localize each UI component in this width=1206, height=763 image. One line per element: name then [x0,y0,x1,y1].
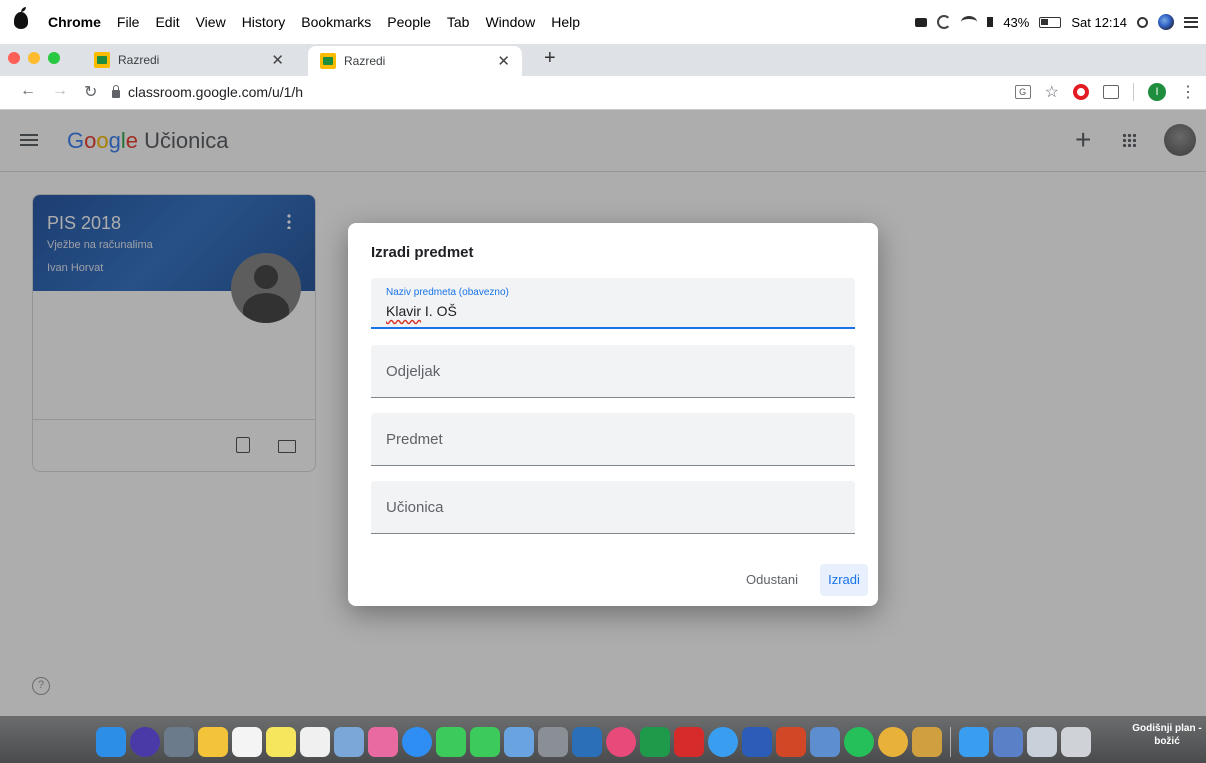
back-icon[interactable]: ← [20,82,36,100]
section-field[interactable]: Odjeljak [371,345,855,398]
trash-dock-icon[interactable] [1061,726,1091,757]
system-preferences-dock-icon[interactable] [538,726,568,757]
address-bar[interactable]: classroom.google.com/u/1/h [112,80,1012,104]
menu-view[interactable]: View [196,14,226,30]
powerpoint-dock-icon[interactable] [776,726,806,757]
menu-history[interactable]: History [242,14,286,30]
toolbar-divider [1133,83,1134,101]
menu-file[interactable]: File [117,14,140,30]
class-name-input[interactable]: Klavir I. OŠ [386,303,836,319]
clock[interactable]: Sat 12:14 [1071,15,1127,30]
room-placeholder: Učionica [386,499,444,516]
battery-percent: 43% [1003,14,1030,30]
battery-icon[interactable] [1039,16,1062,28]
keychain-dock-icon[interactable] [912,726,942,757]
tab-close-icon[interactable]: ✕ [497,52,510,70]
bookmark-star-icon[interactable]: ☆ [1045,82,1059,102]
tab-razredi-1[interactable]: Razredi ✕ [82,44,296,76]
chrome-dock-icon[interactable] [878,726,908,757]
tab-title: Razredi [118,53,160,67]
notes-dock-icon[interactable] [198,726,228,757]
menu-bookmarks[interactable]: Bookmarks [301,14,371,30]
menu-window[interactable]: Window [485,14,535,30]
forward-icon[interactable]: → [52,82,68,100]
status-area: 43% Sat 12:14 [915,0,1198,44]
photos-sticker-dock-icon[interactable] [334,726,364,757]
spotlight-search-icon[interactable] [1137,16,1148,28]
dialog-title: Izradi predmet [371,244,474,261]
create-class-dialog: Izradi predmet Naziv predmeta (obavezno)… [348,223,878,606]
menu-app-chrome[interactable]: Chrome [48,14,101,30]
tab-title: Razredi [344,54,386,68]
url-text[interactable]: classroom.google.com/u/1/h [128,84,303,100]
word-dock-icon[interactable] [742,726,772,757]
finder-dock-icon[interactable] [96,726,126,757]
camera-icon[interactable] [915,17,928,27]
itunes-dock-icon[interactable] [606,726,636,757]
acrobat-dock-icon[interactable] [674,726,704,757]
preview-dock-icon[interactable] [504,726,534,757]
macos-menu-bar: Chrome File Edit View History Bookmarks … [0,0,1206,44]
subject-placeholder: Predmet [386,431,443,448]
menu-tab[interactable]: Tab [447,14,470,30]
profile-avatar-icon[interactable]: I [1148,83,1166,101]
room-field[interactable]: Učionica [371,481,855,534]
menu-people[interactable]: People [387,14,431,30]
minimize-window-icon[interactable] [28,52,40,64]
create-button[interactable]: Izradi [820,564,868,596]
stickies-dock-icon[interactable] [266,726,296,757]
siri-dock-icon[interactable] [130,726,160,757]
photos-dock-icon[interactable] [368,726,398,757]
launchpad-dock-icon[interactable] [164,726,194,757]
classroom-favicon-icon [320,53,336,69]
dock-separator [950,726,951,757]
whatsapp-dock-icon[interactable] [844,726,874,757]
notification-center-icon[interactable] [1184,16,1198,28]
fullscreen-window-icon[interactable] [48,52,60,64]
class-name-label: Naziv predmeta (obavezno) [386,287,509,298]
tab-razredi-2[interactable]: Razredi ✕ [308,46,522,76]
screens-dock-icon[interactable] [993,726,1023,757]
macos-dock [96,720,1124,763]
updates-dock-icon[interactable] [959,726,989,757]
menu-edit[interactable]: Edit [155,14,179,30]
close-window-icon[interactable] [8,52,20,64]
chrome-menu-icon[interactable]: ⋮ [1180,82,1196,102]
reminders-dock-icon[interactable] [300,726,330,757]
siri-icon[interactable] [1158,14,1174,30]
extension-icon[interactable] [1103,85,1119,99]
cancel-button[interactable]: Odustani [746,572,798,587]
dvd-dock-icon[interactable] [572,726,602,757]
app-store-dock-icon[interactable] [402,726,432,757]
tab-close-icon[interactable]: ✕ [271,51,284,69]
new-tab-icon[interactable]: + [544,47,556,70]
apple-menu-icon[interactable] [14,7,28,29]
reload-icon[interactable]: ↻ [84,82,97,102]
excel-dock-icon[interactable] [640,726,670,757]
classroom-favicon-icon [94,52,110,68]
facetime-dock-icon[interactable] [470,726,500,757]
mail-dock-icon[interactable] [810,726,840,757]
volume-icon[interactable] [987,17,994,27]
dock-file-label[interactable]: Godišnji plan - božić [1128,722,1206,748]
safari-dock-icon[interactable] [708,726,738,757]
class-name-field[interactable]: Naziv predmeta (obavezno) Klavir I. OŠ [371,278,855,329]
window-controls [8,52,60,64]
translate-icon[interactable]: G [1014,85,1031,99]
wifi-icon[interactable] [961,16,978,28]
subject-field[interactable]: Predmet [371,413,855,466]
messages-dock-icon[interactable] [436,726,466,757]
sync-icon[interactable] [937,15,952,29]
menu-help[interactable]: Help [551,14,580,30]
calendar-dock-icon[interactable] [232,726,262,757]
opera-extension-icon[interactable] [1073,84,1089,100]
lock-icon [112,85,120,98]
toolbar-actions: G ☆ I ⋮ [1014,80,1196,104]
section-placeholder: Odjeljak [386,363,441,380]
display-dock-icon[interactable] [1027,726,1057,757]
